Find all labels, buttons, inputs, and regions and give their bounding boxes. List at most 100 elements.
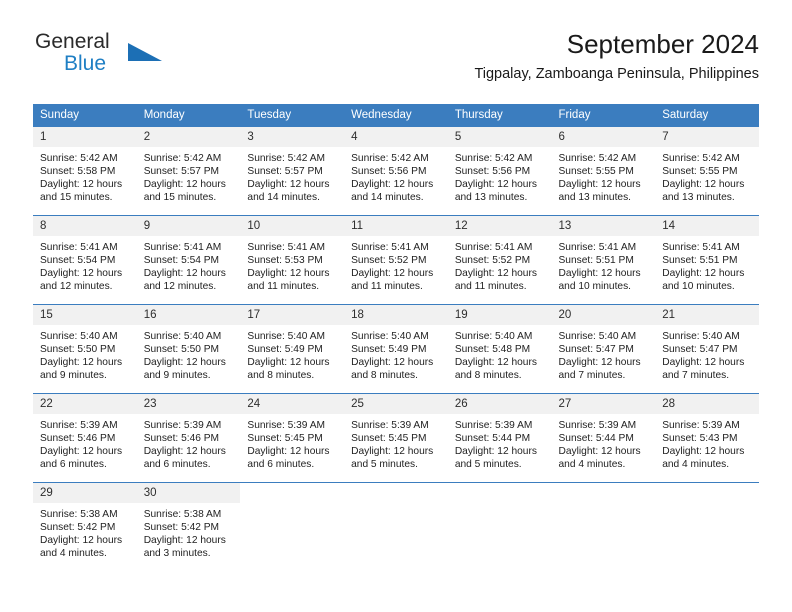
calendar-day-cell[interactable]: 10 Sunrise: 5:41 AM Sunset: 5:53 PM Dayligh…: [240, 215, 345, 305]
weekday-header-wednesday: Wednesday: [344, 104, 448, 127]
general-blue-logo[interactable]: General Blue: [33, 30, 253, 86]
sunrise-text: Sunrise: 5:41 AM: [143, 242, 222, 253]
calendar-day-cell[interactable]: 25 Sunrise: 5:39 AM Sunset: 5:45 PM Dayligh…: [344, 393, 448, 483]
daylight-text-line2: and 12 minutes.: [40, 281, 113, 293]
daylight-text-line1: Daylight: 12 hours: [454, 446, 537, 458]
daylight-text-line2: and 6 minutes.: [247, 459, 315, 471]
sunrise-text: Sunrise: 5:38 AM: [143, 509, 222, 520]
day-number: 28: [655, 394, 759, 414]
daylight-text-line1: Daylight: 12 hours: [247, 268, 330, 280]
daylight-text-line1: Daylight: 12 hours: [143, 179, 226, 191]
calendar-day-cell[interactable]: 5 Sunrise: 5:42 AM Sunset: 5:56 PM Daylight…: [447, 126, 552, 216]
day-number: [344, 483, 448, 503]
daylight-text-line1: Daylight: 12 hours: [40, 179, 123, 191]
day-number: 29: [33, 483, 137, 503]
calendar-day-cell[interactable]: 29 Sunrise: 5:38 AM Sunset: 5:42 PM Dayligh…: [33, 482, 137, 571]
daylight-text-line2: and 7 minutes.: [558, 370, 626, 382]
calendar-day-cell-empty: [240, 482, 345, 571]
day-details: Sunrise: 5:39 AM Sunset: 5:46 PM Daylight:…: [137, 414, 241, 471]
sunrise-text: Sunrise: 5:39 AM: [662, 420, 740, 431]
daylight-text-line2: and 13 minutes.: [558, 192, 632, 204]
daylight-text-line1: Daylight: 12 hours: [247, 179, 330, 191]
calendar-day-cell[interactable]: 14 Sunrise: 5:41 AM Sunset: 5:51 PM Dayligh…: [655, 215, 759, 305]
day-number: 17: [240, 305, 345, 325]
calendar-day-cell[interactable]: 15 Sunrise: 5:40 AM Sunset: 5:50 PM Dayligh…: [33, 304, 137, 394]
sunrise-text: Sunrise: 5:42 AM: [40, 153, 118, 164]
sunrise-text: Sunrise: 5:42 AM: [247, 153, 325, 164]
sunset-text: Sunset: 5:46 PM: [40, 433, 116, 445]
daylight-text-line1: Daylight: 12 hours: [558, 179, 641, 191]
sunrise-text: Sunrise: 5:41 AM: [351, 242, 429, 253]
logo-text-blue: Blue: [64, 52, 107, 75]
sunrise-text: Sunrise: 5:41 AM: [454, 242, 533, 253]
daylight-text-line2: and 10 minutes.: [662, 281, 735, 293]
calendar-day-cell[interactable]: 12 Sunrise: 5:41 AM Sunset: 5:52 PM Dayligh…: [447, 215, 552, 305]
daylight-text-line1: Daylight: 12 hours: [558, 268, 641, 280]
day-number: 30: [136, 483, 241, 503]
day-details: Sunrise: 5:42 AM Sunset: 5:57 PM Daylight:…: [240, 147, 344, 204]
weekday-header-tuesday: Tuesday: [240, 104, 345, 127]
daylight-text-line1: Daylight: 12 hours: [247, 446, 330, 458]
day-number: 24: [240, 394, 345, 414]
sunrise-text: Sunrise: 5:40 AM: [40, 331, 118, 342]
calendar-week-row: 22 Sunrise: 5:39 AM Sunset: 5:46 PM Dayligh…: [33, 393, 759, 483]
daylight-text-line2: and 4 minutes.: [40, 548, 107, 560]
page-header: General Blue September 2024 Tigpalay, Za…: [33, 28, 759, 94]
daylight-text-line2: and 11 minutes.: [351, 281, 423, 293]
calendar-day-cell[interactable]: 26 Sunrise: 5:39 AM Sunset: 5:44 PM Dayligh…: [447, 393, 552, 483]
calendar-day-cell[interactable]: 24 Sunrise: 5:39 AM Sunset: 5:45 PM Dayligh…: [240, 393, 345, 483]
sunset-text: Sunset: 5:54 PM: [40, 255, 116, 267]
sunrise-text: Sunrise: 5:40 AM: [454, 331, 533, 342]
calendar-day-cell[interactable]: 17 Sunrise: 5:40 AM Sunset: 5:49 PM Dayligh…: [240, 304, 345, 394]
calendar-day-cell[interactable]: 20 Sunrise: 5:40 AM Sunset: 5:47 PM Dayligh…: [551, 304, 656, 394]
calendar-day-cell[interactable]: 22 Sunrise: 5:39 AM Sunset: 5:46 PM Dayligh…: [33, 393, 137, 483]
daylight-text-line1: Daylight: 12 hours: [143, 268, 226, 280]
daylight-text-line2: and 8 minutes.: [351, 370, 418, 382]
sunrise-text: Sunrise: 5:39 AM: [351, 420, 429, 431]
day-number: 3: [240, 127, 345, 147]
sunrise-text: Sunrise: 5:39 AM: [247, 420, 325, 431]
calendar-day-cell[interactable]: 7 Sunrise: 5:42 AM Sunset: 5:55 PM Daylight…: [655, 126, 759, 216]
calendar-week-row: 29 Sunrise: 5:38 AM Sunset: 5:42 PM Dayligh…: [33, 482, 759, 571]
daylight-text-line1: Daylight: 12 hours: [662, 179, 745, 191]
sunrise-text: Sunrise: 5:39 AM: [558, 420, 637, 431]
day-number: 2: [136, 127, 241, 147]
day-number: [551, 483, 656, 503]
calendar-day-cell[interactable]: 1 Sunrise: 5:42 AM Sunset: 5:58 PM Daylight…: [33, 126, 137, 216]
day-details: Sunrise: 5:41 AM Sunset: 5:51 PM Daylight:…: [655, 236, 759, 293]
sunset-text: Sunset: 5:46 PM: [143, 433, 220, 445]
calendar-day-cell[interactable]: 6 Sunrise: 5:42 AM Sunset: 5:55 PM Daylight…: [551, 126, 656, 216]
day-number: [447, 483, 552, 503]
calendar-day-cell[interactable]: 19 Sunrise: 5:40 AM Sunset: 5:48 PM Dayligh…: [447, 304, 552, 394]
sunrise-text: Sunrise: 5:42 AM: [662, 153, 740, 164]
weekday-header-monday: Monday: [136, 104, 241, 127]
sunrise-text: Sunrise: 5:41 AM: [40, 242, 118, 253]
calendar-day-cell[interactable]: 11 Sunrise: 5:41 AM Sunset: 5:52 PM Dayligh…: [344, 215, 448, 305]
calendar-day-cell[interactable]: 21 Sunrise: 5:40 AM Sunset: 5:47 PM Dayligh…: [655, 304, 759, 394]
calendar-day-cell[interactable]: 23 Sunrise: 5:39 AM Sunset: 5:46 PM Dayligh…: [136, 393, 241, 483]
day-details: Sunrise: 5:39 AM Sunset: 5:44 PM Daylight:…: [448, 414, 552, 471]
daylight-text-line2: and 13 minutes.: [454, 192, 528, 204]
calendar-header-row: Sunday Monday Tuesday Wednesday Thursday…: [33, 104, 759, 127]
day-number: 11: [344, 216, 448, 236]
daylight-text-line2: and 9 minutes.: [40, 370, 107, 382]
day-number: 18: [344, 305, 448, 325]
calendar-day-cell[interactable]: 28 Sunrise: 5:39 AM Sunset: 5:43 PM Dayligh…: [655, 393, 759, 483]
calendar-body: 1 Sunrise: 5:42 AM Sunset: 5:58 PM Daylight…: [33, 126, 759, 571]
calendar-day-cell[interactable]: 8 Sunrise: 5:41 AM Sunset: 5:54 PM Daylight…: [33, 215, 137, 305]
calendar-day-cell[interactable]: 3 Sunrise: 5:42 AM Sunset: 5:57 PM Daylight…: [240, 126, 345, 216]
calendar-day-cell[interactable]: 27 Sunrise: 5:39 AM Sunset: 5:44 PM Dayligh…: [551, 393, 656, 483]
calendar-day-cell[interactable]: 4 Sunrise: 5:42 AM Sunset: 5:56 PM Daylight…: [344, 126, 448, 216]
sunset-text: Sunset: 5:57 PM: [143, 166, 220, 178]
calendar-day-cell[interactable]: 16 Sunrise: 5:40 AM Sunset: 5:50 PM Dayligh…: [136, 304, 241, 394]
calendar-day-cell[interactable]: 13 Sunrise: 5:41 AM Sunset: 5:51 PM Dayligh…: [551, 215, 656, 305]
calendar-day-cell[interactable]: 2 Sunrise: 5:42 AM Sunset: 5:57 PM Daylight…: [136, 126, 241, 216]
day-number: 13: [551, 216, 656, 236]
day-details: Sunrise: 5:39 AM Sunset: 5:45 PM Daylight:…: [344, 414, 448, 471]
sunrise-text: Sunrise: 5:42 AM: [351, 153, 429, 164]
sunset-text: Sunset: 5:52 PM: [454, 255, 531, 267]
calendar-day-cell[interactable]: 30 Sunrise: 5:38 AM Sunset: 5:42 PM Dayligh…: [136, 482, 241, 571]
calendar-day-cell[interactable]: 9 Sunrise: 5:41 AM Sunset: 5:54 PM Daylight…: [136, 215, 241, 305]
calendar-day-cell[interactable]: 18 Sunrise: 5:40 AM Sunset: 5:49 PM Dayligh…: [344, 304, 448, 394]
sunset-text: Sunset: 5:58 PM: [40, 166, 116, 178]
